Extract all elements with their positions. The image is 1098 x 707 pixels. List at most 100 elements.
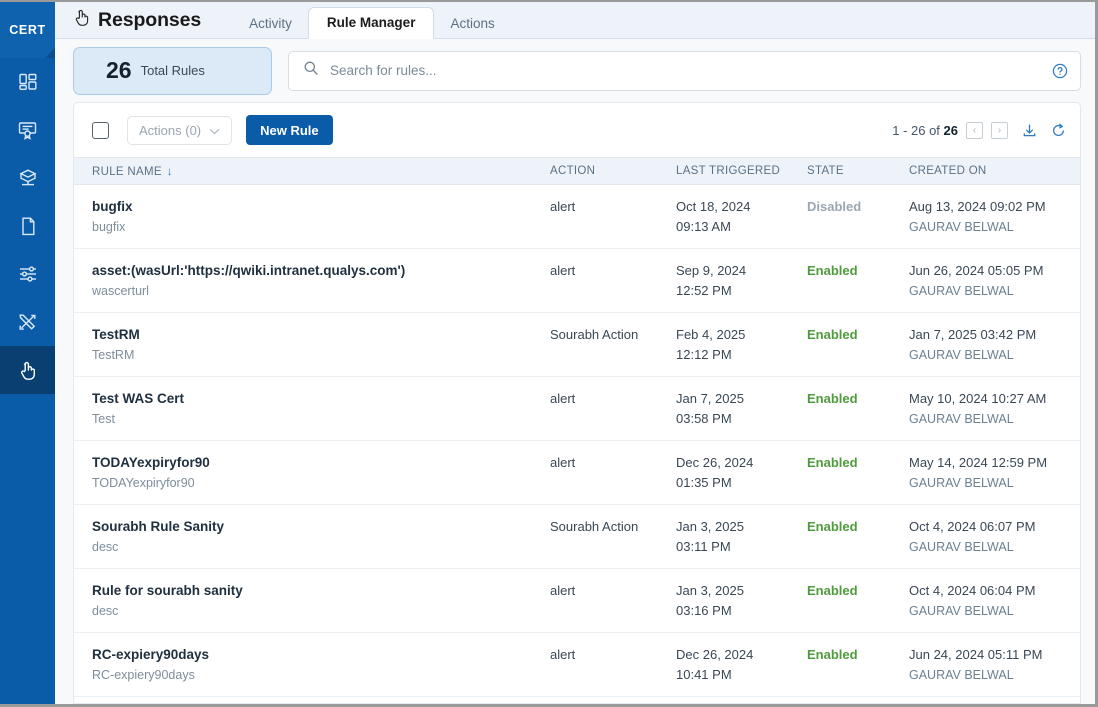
page-title: Responses	[98, 9, 201, 32]
created-on-date: May 10, 2024 10:27 AM	[909, 390, 1080, 408]
status-badge: Enabled	[807, 262, 909, 280]
table-row[interactable]: RC-expiery90daysRC-expiery90daysalertDec…	[74, 633, 1080, 697]
rule-description: TestRM	[92, 347, 538, 363]
cell-state: Enabled	[807, 454, 909, 472]
rule-name[interactable]: bugfix	[92, 198, 538, 215]
tools-icon	[17, 312, 38, 332]
cell-last-triggered: Dec 26, 2024 10:41 PM	[676, 646, 807, 684]
created-on-date: Aug 13, 2024 09:02 PM	[909, 198, 1080, 216]
created-on-date: May 14, 2024 12:59 PM	[909, 454, 1080, 472]
search-input[interactable]	[330, 63, 1041, 78]
table-row[interactable]: Sourabh Rule SanitydescSourabh ActionJan…	[74, 505, 1080, 569]
sidebar-item-configuration[interactable]	[0, 250, 55, 298]
search-bar[interactable]	[288, 51, 1081, 91]
sort-descending-icon: ↓	[167, 164, 173, 178]
cell-action: Sourabh Action	[550, 518, 676, 536]
table-header-row: RULE NAME ↓ ACTION LAST TRIGGERED STATE C…	[74, 157, 1080, 185]
cell-rule-name: Rule for sourabh sanity desc	[92, 582, 550, 619]
download-icon[interactable]	[1021, 122, 1038, 139]
table-row[interactable]: bugfixbugfixalertOct 18, 202409:13 AMDis…	[74, 185, 1080, 249]
status-badge: Enabled	[807, 390, 909, 408]
tab-actions[interactable]: Actions	[434, 9, 510, 39]
status-badge: Enabled	[807, 518, 909, 536]
total-rules-card[interactable]: 26 Total Rules	[73, 47, 272, 95]
cell-state: Enabled	[807, 262, 909, 280]
action-value: alert	[550, 198, 676, 216]
last-triggered-time: 10:41 PM	[676, 666, 807, 684]
rule-name[interactable]: Sourabh Rule Sanity	[92, 518, 538, 535]
created-on-date: Oct 4, 2024 06:07 PM	[909, 518, 1080, 536]
cell-created-on: Aug 13, 2024 09:02 PM GAURAV BELWAL	[909, 198, 1080, 236]
pagination-prev-button[interactable]: ‹	[966, 122, 983, 139]
created-on-date: Jun 26, 2024 05:05 PM	[909, 262, 1080, 280]
last-triggered-time: 03:58 PM	[676, 410, 807, 428]
pagination: 1 - 26 of 26 ‹ ›	[892, 122, 1067, 139]
column-header-action[interactable]: ACTION	[550, 165, 676, 177]
chevron-down-icon	[209, 123, 220, 138]
sidebar-item-reports[interactable]	[0, 202, 55, 250]
sidebar-item-tools[interactable]	[0, 298, 55, 346]
refresh-icon[interactable]	[1050, 122, 1067, 139]
sliders-icon	[17, 264, 39, 284]
table-row[interactable]: Test WAS CertTestalertJan 7, 202503:58 P…	[74, 377, 1080, 441]
rule-name[interactable]: Test WAS Cert	[92, 390, 538, 407]
last-triggered-time: 12:12 PM	[676, 346, 807, 364]
sidebar-item-dashboard[interactable]	[0, 58, 55, 106]
rule-name[interactable]: TODAYexpiryfor90	[92, 454, 538, 471]
new-rule-button[interactable]: New Rule	[246, 115, 333, 145]
sidebar-item-deployment[interactable]	[0, 154, 55, 202]
sidebar-item-responses[interactable]	[0, 346, 55, 394]
table-row[interactable]: Expiery 90Expiery 90wasDec 26, 202401:34…	[74, 697, 1080, 703]
brand-logo[interactable]: CERT	[0, 2, 55, 58]
left-sidebar: CERT	[0, 2, 55, 704]
cell-last-triggered: Dec 26, 202401:35 PM	[676, 454, 807, 492]
cell-created-on: May 10, 2024 10:27 AM GAURAV BELWAL	[909, 390, 1080, 428]
page-title-group: Responses	[73, 8, 201, 39]
rules-card: Actions (0) New Rule 1 - 26 of 26 ‹ ›	[73, 102, 1081, 704]
select-all-checkbox[interactable]	[92, 122, 109, 139]
column-header-state[interactable]: STATE	[807, 165, 909, 177]
pagination-range: 1 - 26 of 26	[892, 123, 958, 138]
table-row[interactable]: Rule for sourabh sanitydescalertJan 3, 2…	[74, 569, 1080, 633]
deployment-icon	[17, 168, 39, 188]
created-by-user: GAURAV BELWAL	[909, 539, 1080, 556]
cell-state: Enabled	[807, 582, 909, 600]
rule-name[interactable]: RC-expiery90days	[92, 646, 538, 663]
cell-rule-name: Sourabh Rule Sanitydesc	[92, 518, 550, 555]
pagination-next-button[interactable]: ›	[991, 122, 1008, 139]
rule-description: desc	[92, 603, 538, 619]
action-value: alert	[550, 646, 676, 664]
rule-name[interactable]: Rule for sourabh sanity	[92, 582, 538, 599]
last-triggered-date: Jan 7, 2025	[676, 390, 807, 408]
tab-activity[interactable]: Activity	[233, 9, 308, 39]
rule-name[interactable]: asset:(wasUrl:'https://qwiki.intranet.qu…	[92, 262, 538, 279]
cell-created-on: Jan 7, 2025 03:42 PMGAURAV BELWAL	[909, 326, 1080, 364]
sidebar-item-certificates[interactable]	[0, 106, 55, 154]
created-by-user: GAURAV BELWAL	[909, 219, 1080, 236]
last-triggered-date: Sep 9, 2024	[676, 262, 807, 280]
created-by-user: GAURAV BELWAL	[909, 411, 1080, 428]
cell-state: Disabled	[807, 198, 909, 216]
actions-dropdown[interactable]: Actions (0)	[127, 116, 232, 145]
created-by-user: GAURAV BELWAL	[909, 475, 1080, 492]
created-by-user: GAURAV BELWAL	[909, 283, 1080, 300]
rule-description: TODAYexpiryfor90	[92, 475, 538, 491]
status-badge: Enabled	[807, 646, 909, 664]
column-header-rule-name-label: RULE NAME	[92, 166, 162, 178]
column-header-created-on[interactable]: CREATED ON	[909, 165, 1080, 177]
cell-last-triggered: Oct 18, 202409:13 AM	[676, 198, 807, 236]
last-triggered-date: Dec 26, 2024	[676, 646, 807, 664]
table-row[interactable]: TestRMTestRMSourabh ActionFeb 4, 202512:…	[74, 313, 1080, 377]
table-row[interactable]: asset:(wasUrl:'https://qwiki.intranet.qu…	[74, 249, 1080, 313]
cell-created-on: May 14, 2024 12:59 PM GAURAV BELWAL	[909, 454, 1080, 492]
question-circle-icon[interactable]	[1052, 63, 1068, 79]
column-header-rule-name[interactable]: RULE NAME ↓	[92, 164, 550, 178]
document-icon	[19, 216, 37, 237]
cell-state: Enabled	[807, 326, 909, 344]
table-row[interactable]: TODAYexpiryfor90TODAYexpiryfor90alertDec…	[74, 441, 1080, 505]
rule-name[interactable]: TestRM	[92, 326, 538, 343]
tab-rule-manager[interactable]: Rule Manager	[308, 7, 435, 39]
dashboard-icon	[18, 72, 38, 92]
cell-rule-name: RC-expiery90daysRC-expiery90days	[92, 646, 550, 683]
column-header-last-triggered[interactable]: LAST TRIGGERED	[676, 165, 807, 177]
